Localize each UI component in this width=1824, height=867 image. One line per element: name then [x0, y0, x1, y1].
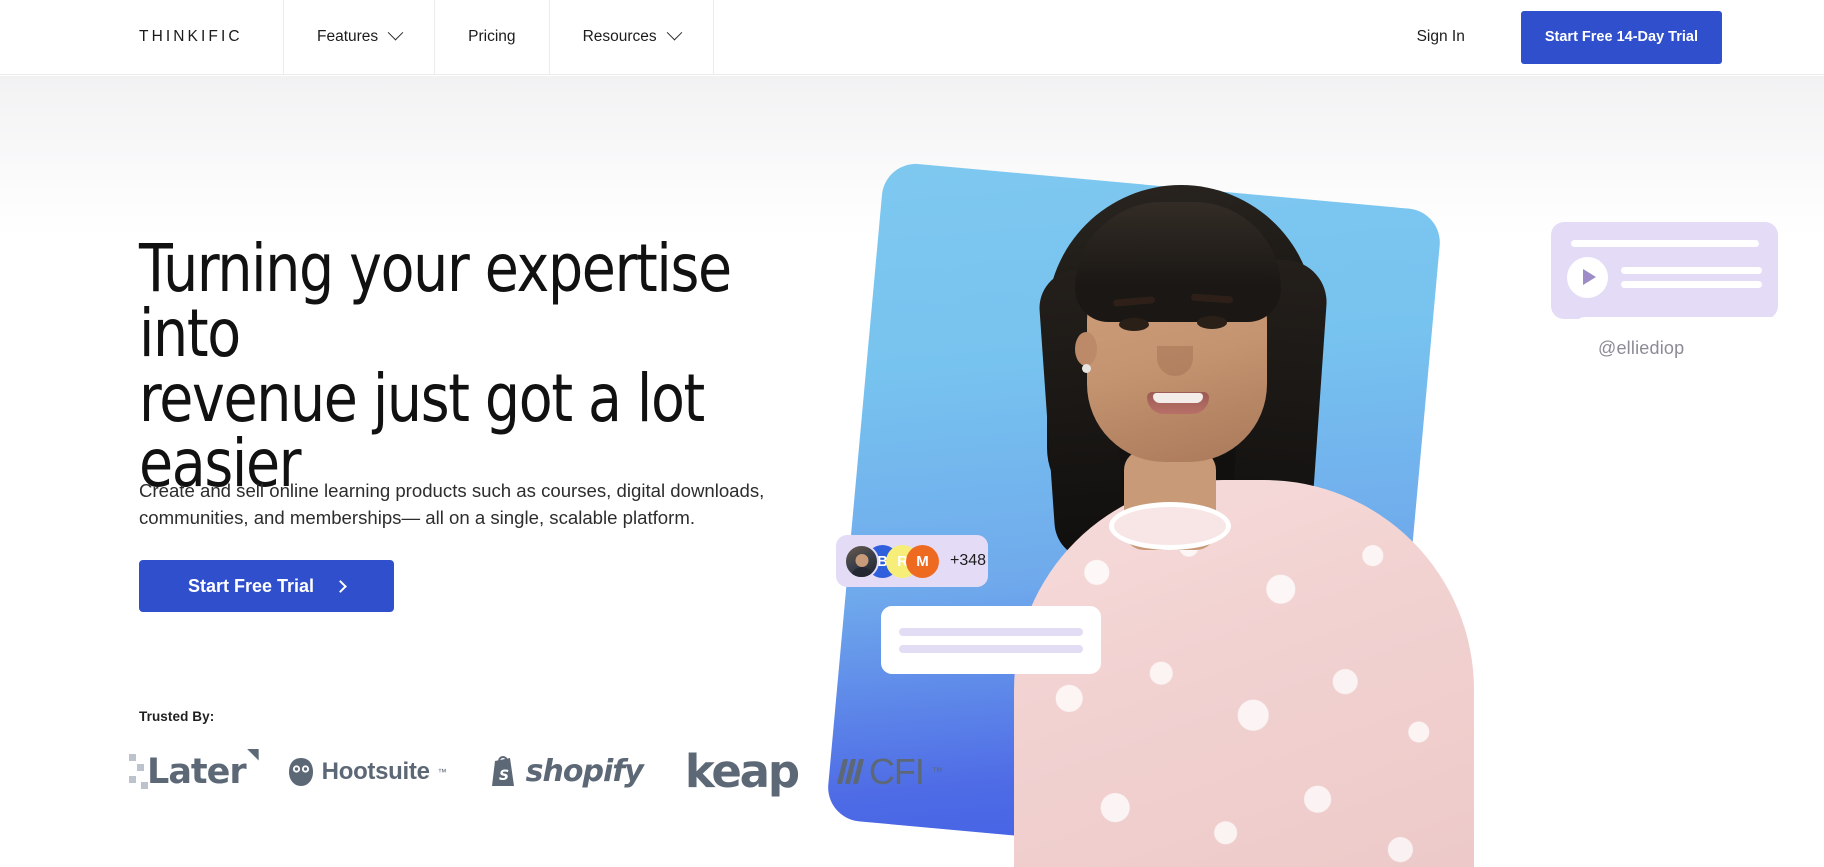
avatar-overflow-count: +348	[950, 552, 987, 569]
sign-in-link[interactable]: Sign In	[1417, 28, 1465, 46]
placeholder-line-1	[899, 627, 1083, 636]
logo-shopify: S shopify	[489, 754, 644, 789]
hero-cta-label: Start Free Trial	[187, 575, 315, 596]
video-card-line-1	[1621, 266, 1762, 274]
logo-hootsuite-tm: ™	[437, 766, 447, 777]
nav-item-pricing-label: Pricing	[468, 28, 516, 46]
logo-later-text: ater	[168, 751, 246, 792]
hero-copy-column: Turning your expertise into revenue just…	[0, 0, 943, 867]
headline-line-1: Turning your expertise into	[139, 230, 732, 372]
nav-right-group: Sign In Start Free 14-Day Trial	[1417, 0, 1824, 74]
portrait-eye-right	[1197, 316, 1227, 329]
hero-illustration: @elliediop B R M +348	[824, 0, 1824, 867]
nav-item-features-label: Features	[317, 28, 379, 46]
logo-cfi-tm: ™	[931, 765, 943, 778]
thinkific-logo[interactable]: THINKIFIC	[0, 0, 284, 74]
logo-keap: keap	[684, 745, 800, 798]
logo-keap-text: keap	[684, 745, 800, 798]
portrait-earring	[1082, 364, 1091, 373]
start-free-trial-nav-button[interactable]: Start Free 14-Day Trial	[1520, 10, 1722, 64]
nav-item-pricing[interactable]: Pricing	[435, 0, 550, 74]
user-handle-text: @elliediop	[1598, 337, 1685, 358]
page-title: Turning your expertise into revenue just…	[139, 236, 777, 497]
chevron-down-icon	[666, 24, 682, 40]
content-placeholder-card	[881, 606, 1101, 674]
play-triangle	[1583, 269, 1596, 285]
nav-item-features[interactable]: Features	[284, 0, 436, 74]
landing-page: THINKIFIC Features Pricing Resources Sig…	[0, 0, 1824, 867]
logo-shopify-text: shopify	[525, 754, 644, 789]
svg-text:S: S	[499, 768, 509, 784]
video-card-line-2	[1621, 280, 1762, 288]
logo-hootsuite: Hootsuite ™	[288, 757, 447, 787]
instructor-portrait-photo	[879, 150, 1519, 867]
video-card-title-bar	[1571, 240, 1759, 247]
play-icon[interactable]	[1567, 256, 1608, 298]
nav-left-group: THINKIFIC Features Pricing Resources	[0, 0, 714, 74]
start-free-trial-hero-button[interactable]: Start Free Trial	[139, 560, 394, 612]
logo-cfi-text: CFI	[868, 750, 925, 792]
top-navigation-bar: THINKIFIC Features Pricing Resources Sig…	[0, 0, 1824, 75]
portrait-collar	[1109, 502, 1231, 550]
placeholder-line-2	[899, 644, 1083, 653]
cfi-bars-icon	[836, 759, 864, 784]
chevron-down-icon	[387, 24, 404, 40]
nav-item-resources[interactable]: Resources	[550, 0, 714, 74]
shopping-bag-icon: S	[491, 755, 514, 786]
later-corner-mark	[246, 748, 259, 761]
portrait-ear	[1075, 332, 1097, 366]
hero-subheading: Create and sell online learning products…	[139, 480, 765, 528]
portrait-eye-left	[1119, 318, 1149, 331]
logo-later: Later	[129, 748, 259, 792]
logo-cfi: CFI ™	[836, 750, 943, 793]
portrait-teeth	[1153, 393, 1203, 403]
chevron-right-icon	[334, 579, 347, 593]
logo-hootsuite-text: Hootsuite	[321, 757, 430, 785]
owl-icon	[288, 757, 313, 786]
trusted-by-label: Trusted By:	[139, 709, 215, 724]
video-card-text-lines	[1621, 266, 1762, 288]
nav-item-resources-label: Resources	[582, 28, 657, 46]
trusted-by-logo-row: Later Hootsuite ™ S shopify keap CFI ™	[129, 745, 943, 798]
user-handle-card: @elliediop	[1574, 317, 1824, 379]
avatar: M	[906, 544, 939, 578]
video-preview-card	[1551, 222, 1778, 319]
